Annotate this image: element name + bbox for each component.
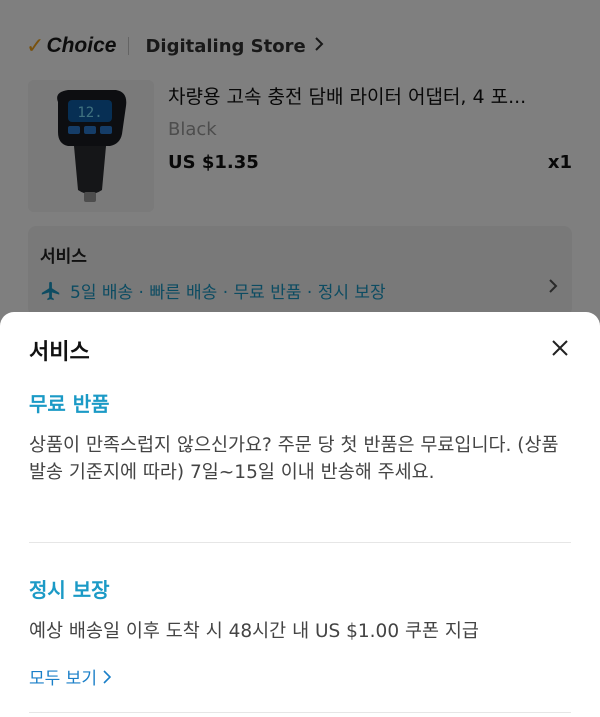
- section-divider: [29, 542, 571, 543]
- service-bottom-sheet: 서비스 무료 반품 상품이 만족스럽지 않으신가요? 주문 당 첫 반품은 무료…: [0, 312, 600, 717]
- section-title-free-return: 무료 반품: [29, 392, 110, 416]
- section-divider: [29, 712, 571, 713]
- close-icon[interactable]: [546, 334, 574, 362]
- section-body-on-time-guarantee: 예상 배송일 이후 도착 시 48시간 내 US $1.00 쿠폰 지급: [29, 621, 479, 642]
- see-all-link[interactable]: 모두 보기: [29, 664, 111, 689]
- sheet-title: 서비스: [29, 340, 90, 365]
- section-title-on-time-guarantee: 정시 보장: [29, 578, 110, 602]
- section-body-free-return: 상품이 만족스럽지 않으신가요? 주문 당 첫 반품은 무료입니다. (상품 발…: [29, 435, 559, 483]
- see-all-label: 모두 보기: [29, 669, 97, 689]
- chevron-right-icon: [103, 669, 111, 684]
